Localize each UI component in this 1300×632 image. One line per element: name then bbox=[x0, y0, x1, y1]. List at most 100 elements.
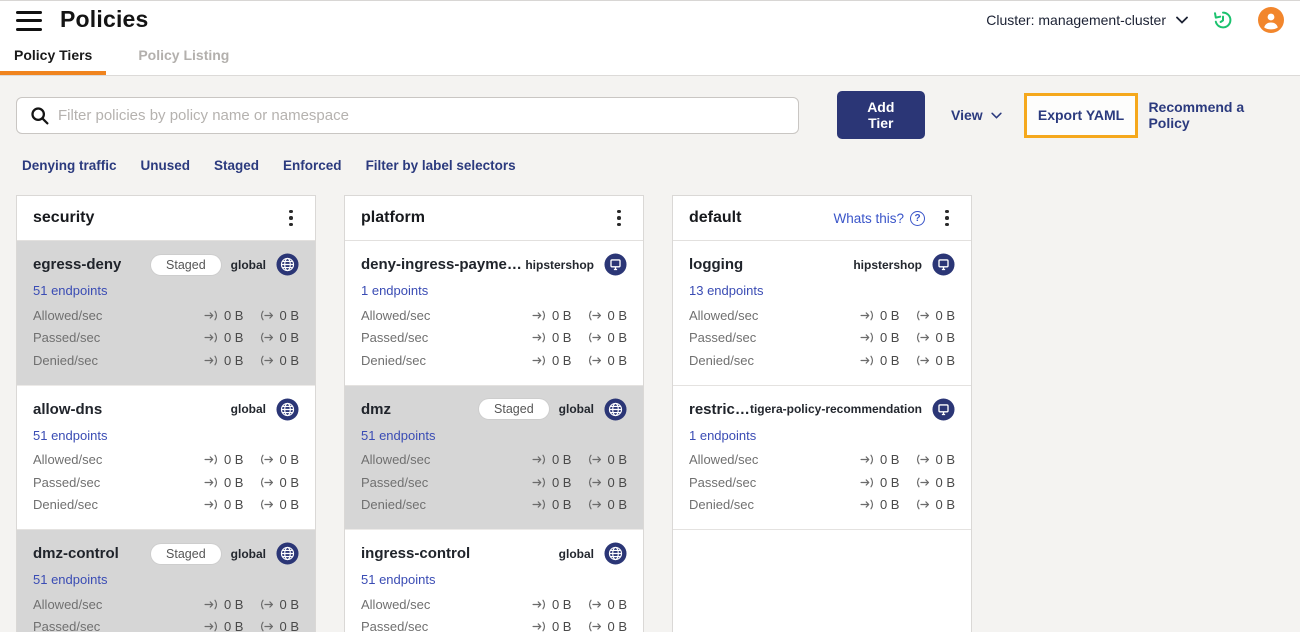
chevron-down-icon bbox=[991, 112, 1002, 119]
user-avatar[interactable] bbox=[1258, 6, 1284, 33]
stat-row: Allowed/sec 0 B 0 B bbox=[361, 452, 627, 468]
policy-scope: global bbox=[230, 402, 266, 416]
outbound-traffic-icon bbox=[589, 355, 602, 366]
outbound-traffic-icon bbox=[917, 332, 930, 343]
cluster-selector-label: Cluster: management-cluster bbox=[986, 11, 1166, 28]
global-scope-icon bbox=[604, 397, 627, 421]
inbound-traffic-icon bbox=[860, 499, 874, 510]
stat-row: Denied/sec 0 B 0 B bbox=[689, 497, 955, 513]
policy-scope: hipstershop bbox=[525, 257, 594, 272]
outbound-traffic-icon bbox=[261, 477, 274, 488]
app-header: Policies Cluster: management-cluster bbox=[0, 0, 1300, 38]
stat-row: Passed/sec 0 B 0 B bbox=[33, 619, 299, 632]
inbound-traffic-icon bbox=[532, 310, 546, 321]
policy-card-dmz-control[interactable]: dmz-control Staged global 51 endpoints A… bbox=[17, 530, 315, 632]
policy-scope: tigera-policy-recommendation bbox=[749, 402, 922, 416]
tier-column-default: default Whats this? ? logging hipstersho… bbox=[672, 195, 972, 632]
inbound-traffic-icon bbox=[204, 454, 218, 465]
inbound-traffic-icon bbox=[532, 454, 546, 465]
filter-staged[interactable]: Staged bbox=[214, 158, 259, 173]
add-tier-button[interactable]: Add Tier bbox=[836, 91, 926, 139]
recommend-policy-button[interactable]: Recommend a Policy bbox=[1148, 99, 1284, 131]
tier-menu-icon[interactable] bbox=[609, 208, 629, 229]
hamburger-menu-icon[interactable] bbox=[16, 10, 42, 31]
namespace-scope-icon bbox=[604, 253, 627, 276]
search-icon bbox=[31, 106, 49, 125]
inbound-traffic-icon bbox=[532, 332, 546, 343]
inbound-traffic-icon bbox=[204, 599, 218, 610]
endpoints-link[interactable]: 13 endpoints bbox=[689, 283, 763, 298]
endpoints-link[interactable]: 51 endpoints bbox=[33, 572, 107, 587]
outbound-traffic-icon bbox=[917, 310, 930, 321]
inbound-traffic-icon bbox=[860, 454, 874, 465]
inbound-traffic-icon bbox=[860, 310, 874, 321]
policy-card-ingress-control[interactable]: ingress-control global 51 endpoints Allo… bbox=[345, 530, 643, 632]
policy-scope: hipstershop bbox=[853, 257, 922, 272]
policy-name: dmz-control bbox=[33, 545, 119, 562]
policy-scope: global bbox=[558, 546, 594, 561]
policy-card-dmz[interactable]: dmz Staged global 51 endpoints Allowed/s… bbox=[345, 385, 643, 530]
tier-name: security bbox=[33, 209, 95, 226]
inbound-traffic-icon bbox=[860, 477, 874, 488]
tab-policy-listing[interactable]: Policy Listing bbox=[124, 38, 243, 75]
cluster-selector[interactable]: Cluster: management-cluster bbox=[986, 12, 1188, 28]
stat-row: Denied/sec 0 B 0 B bbox=[33, 352, 299, 368]
stat-row: Denied/sec 0 B 0 B bbox=[689, 352, 955, 368]
stat-row: Passed/sec 0 B 0 B bbox=[361, 619, 627, 632]
inbound-traffic-icon bbox=[532, 499, 546, 510]
namespace-scope-icon bbox=[932, 253, 955, 276]
policy-scope: global bbox=[230, 257, 266, 272]
policy-search-input[interactable] bbox=[58, 106, 786, 124]
outbound-traffic-icon bbox=[589, 599, 602, 610]
history-icon[interactable] bbox=[1210, 7, 1236, 33]
filter-label-selectors[interactable]: Filter by label selectors bbox=[366, 158, 516, 173]
endpoints-link[interactable]: 1 endpoints bbox=[689, 428, 756, 443]
outbound-traffic-icon bbox=[589, 621, 602, 632]
filter-denying-traffic[interactable]: Denying traffic bbox=[22, 158, 117, 173]
outbound-traffic-icon bbox=[261, 310, 274, 321]
tier-menu-icon[interactable] bbox=[937, 208, 957, 229]
page-title: Policies bbox=[60, 6, 149, 32]
policy-card-allow-dns[interactable]: allow-dns global 51 endpoints Allowed/se… bbox=[17, 385, 315, 530]
stat-row: Denied/sec 0 B 0 B bbox=[33, 497, 299, 513]
policy-card-deny-ingress-paymentservi[interactable]: deny-ingress-paymentservi… hipstershop 1… bbox=[345, 241, 643, 386]
inbound-traffic-icon bbox=[532, 621, 546, 632]
filter-enforced[interactable]: Enforced bbox=[283, 158, 342, 173]
outbound-traffic-icon bbox=[589, 477, 602, 488]
whats-this-link[interactable]: Whats this? ? bbox=[833, 210, 925, 226]
tier-board: security egress-deny Staged global 51 en… bbox=[0, 173, 1300, 632]
global-scope-icon bbox=[604, 542, 627, 565]
policy-card-logging[interactable]: logging hipstershop 13 endpoints Allowed… bbox=[673, 241, 971, 386]
stat-row: Passed/sec 0 B 0 B bbox=[689, 330, 955, 346]
endpoints-link[interactable]: 1 endpoints bbox=[361, 283, 428, 298]
tab-policy-tiers[interactable]: Policy Tiers bbox=[0, 38, 107, 75]
outbound-traffic-icon bbox=[917, 355, 930, 366]
chevron-down-icon bbox=[1176, 16, 1188, 24]
inbound-traffic-icon bbox=[204, 477, 218, 488]
policy-card-egress-deny[interactable]: egress-deny Staged global 51 endpoints A… bbox=[17, 241, 315, 386]
outbound-traffic-icon bbox=[261, 355, 274, 366]
tier-name: default bbox=[689, 209, 742, 226]
export-yaml-button[interactable]: Export YAML bbox=[1023, 92, 1139, 138]
quick-filters: Denying traffic Unused Staged Enforced F… bbox=[0, 138, 1300, 173]
policy-name: allow-dns bbox=[33, 400, 103, 418]
endpoints-link[interactable]: 51 endpoints bbox=[33, 283, 107, 298]
endpoints-link[interactable]: 51 endpoints bbox=[361, 572, 435, 587]
tier-header: default Whats this? ? bbox=[673, 196, 971, 241]
inbound-traffic-icon bbox=[204, 621, 218, 632]
policy-name: egress-deny bbox=[33, 256, 122, 273]
staged-badge: Staged bbox=[479, 399, 549, 419]
outbound-traffic-icon bbox=[917, 454, 930, 465]
policy-name: dmz bbox=[361, 400, 391, 418]
policy-card-restricted[interactable]: restricted tigera-policy-recommendation … bbox=[673, 385, 971, 530]
filter-unused[interactable]: Unused bbox=[141, 158, 191, 173]
tier-menu-icon[interactable] bbox=[281, 208, 301, 229]
policy-search-box bbox=[16, 96, 799, 134]
inbound-traffic-icon bbox=[532, 355, 546, 366]
staged-badge: Staged bbox=[151, 543, 221, 564]
view-dropdown-button[interactable]: View bbox=[951, 107, 1002, 123]
toolbar: Add Tier View Export YAML Recommend a Po… bbox=[0, 76, 1300, 139]
endpoints-link[interactable]: 51 endpoints bbox=[361, 428, 435, 443]
endpoints-link[interactable]: 51 endpoints bbox=[33, 428, 107, 443]
stat-row: Allowed/sec 0 B 0 B bbox=[361, 596, 627, 612]
